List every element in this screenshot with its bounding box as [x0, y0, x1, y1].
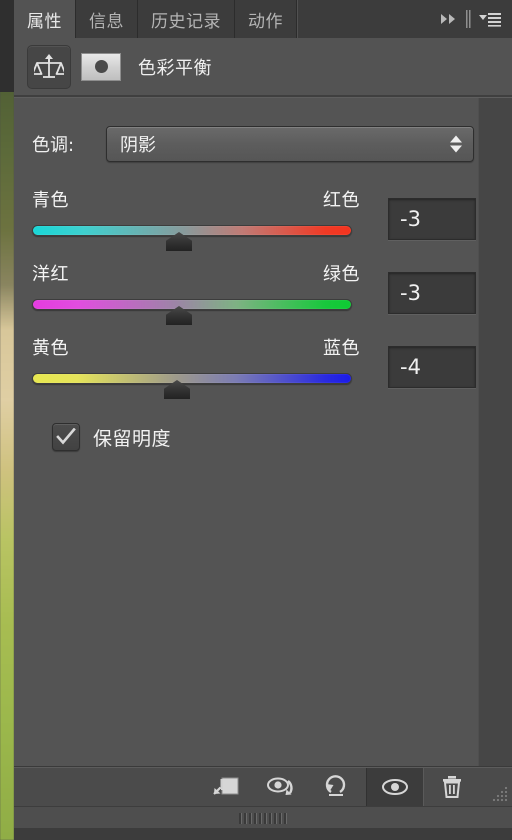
preserve-luminosity-label: 保留明度: [93, 427, 172, 450]
canvas-image-strip: [0, 0, 14, 840]
tab-properties[interactable]: 属性: [14, 0, 76, 38]
panel-bottom-edge: [14, 828, 512, 840]
toolbar-divider: [464, 9, 473, 29]
value-input-cyan-red[interactable]: -3: [388, 198, 476, 240]
tab-history-label: 历史记录: [151, 11, 221, 32]
panel-scroll-gutter[interactable]: [478, 98, 512, 766]
chevron-down-icon: [450, 145, 462, 153]
view-previous-state-icon[interactable]: [254, 768, 310, 806]
slider-thumb-yellow-blue[interactable]: [164, 380, 190, 399]
grip-lines-icon: [239, 812, 287, 824]
slider-labels-magenta-green: 洋红 绿色: [32, 260, 360, 286]
slider-right-label-blue: 蓝色: [323, 338, 360, 359]
panel-container: 属性 信息 历史记录 动作 色彩平衡 色调: 阴影 青色 红色 洋红 绿色 黄色…: [14, 0, 512, 840]
slider-thumb-shape: [166, 232, 192, 251]
slider-left-label-yellow: 黄色: [32, 338, 69, 359]
preserve-luminosity-checkbox[interactable]: [52, 423, 80, 451]
slider-thumb-shape: [166, 306, 192, 325]
preserve-luminosity-row[interactable]: 保留明度: [52, 423, 171, 451]
adjustment-header: 色彩平衡: [14, 38, 512, 95]
chevron-up-icon: [450, 135, 462, 143]
clip-to-layer-icon[interactable]: [198, 768, 254, 806]
panel-grip-bar[interactable]: [14, 806, 512, 829]
color-balance-scales-icon[interactable]: [27, 44, 71, 89]
panel-body: 色调: 阴影 青色 红色 洋红 绿色 黄色 蓝色 -3 -3 -4 保留明度: [14, 98, 478, 766]
slider-track-wrap-yellow-blue[interactable]: [32, 370, 360, 400]
double-chevron-right-icon[interactable]: [438, 8, 460, 30]
tone-label: 色调:: [32, 135, 75, 156]
page-title: 色彩平衡: [138, 57, 212, 79]
tab-bar-filler: [297, 0, 438, 38]
tab-properties-label: 属性: [27, 11, 62, 32]
slider-track-cyan-red: [32, 225, 352, 236]
resize-grip-icon[interactable]: [480, 768, 512, 806]
slider-right-label-green: 绿色: [323, 264, 360, 285]
value-input-magenta-green[interactable]: -3: [388, 272, 476, 314]
value-input-magenta-green-text: -3: [400, 281, 421, 305]
slider-group-magenta-green: 洋红 绿色: [32, 260, 360, 326]
slider-thumb-cyan-red[interactable]: [166, 232, 192, 251]
slider-track-yellow-blue: [32, 373, 352, 384]
checkmark-icon: [56, 428, 76, 445]
panel-tab-bar: 属性 信息 历史记录 动作: [14, 0, 512, 38]
reset-adjustment-icon[interactable]: [310, 768, 366, 806]
slider-left-label-magenta: 洋红: [32, 264, 69, 285]
photoshop-properties-panel: 属性 信息 历史记录 动作 色彩平衡 色调: 阴影 青色 红色 洋红 绿色 黄色…: [0, 0, 512, 840]
tone-row: 色调: 阴影: [32, 126, 474, 162]
slider-group-cyan-red: 青色 红色: [32, 186, 360, 252]
tone-select-value: 阴影: [120, 135, 156, 156]
tab-bar-controls: [438, 0, 512, 38]
slider-right-label-red: 红色: [323, 190, 360, 211]
value-input-yellow-blue-text: -4: [400, 355, 421, 379]
panel-bottom-toolbar: [14, 767, 512, 806]
slider-thumb-shape: [164, 380, 190, 399]
tab-actions[interactable]: 动作: [235, 0, 297, 38]
delete-adjustment-layer-icon[interactable]: [424, 768, 480, 806]
slider-track-wrap-cyan-red[interactable]: [32, 222, 360, 252]
tab-info-label: 信息: [89, 11, 124, 32]
mask-dot: [94, 60, 108, 73]
tone-stepper-icon: [450, 135, 462, 153]
panel-menu-icon[interactable]: [477, 8, 503, 30]
layer-mask-thumbnail[interactable]: [81, 52, 121, 81]
slider-track-wrap-magenta-green[interactable]: [32, 296, 360, 326]
tone-select[interactable]: 阴影: [106, 126, 474, 162]
tab-actions-label: 动作: [248, 11, 283, 32]
slider-track-magenta-green: [32, 299, 352, 310]
slider-thumb-magenta-green[interactable]: [166, 306, 192, 325]
value-input-yellow-blue[interactable]: -4: [388, 346, 476, 388]
slider-group-yellow-blue: 黄色 蓝色: [32, 334, 360, 400]
toggle-layer-visibility-icon[interactable]: [366, 768, 424, 806]
slider-labels-cyan-red: 青色 红色: [32, 186, 360, 212]
slider-left-label-cyan: 青色: [32, 190, 69, 211]
canvas-strip-top-shadow: [0, 0, 14, 92]
tab-history[interactable]: 历史记录: [138, 0, 235, 38]
tab-info[interactable]: 信息: [76, 0, 138, 38]
value-input-cyan-red-text: -3: [400, 207, 421, 231]
slider-labels-yellow-blue: 黄色 蓝色: [32, 334, 360, 360]
